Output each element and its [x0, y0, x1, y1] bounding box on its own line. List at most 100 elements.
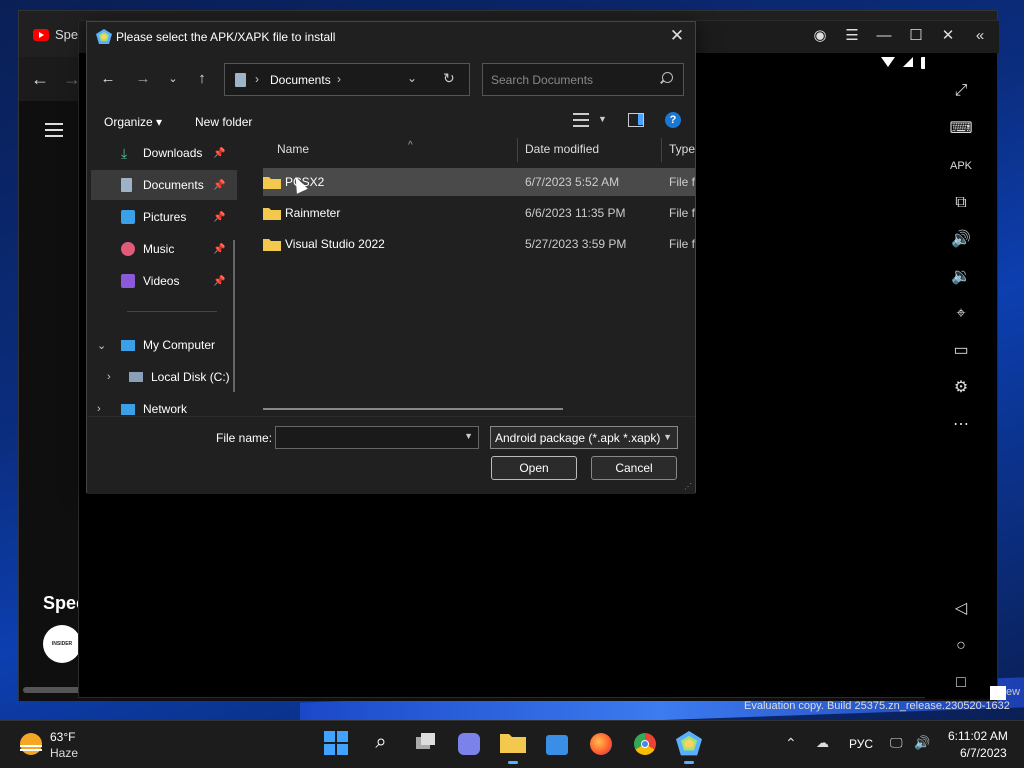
pin-icon[interactable]: 📌 — [213, 244, 225, 255]
chrome-icon[interactable] — [632, 731, 658, 757]
folder-icon[interactable]: ▭ — [949, 339, 973, 363]
multi-instance-icon[interactable]: ⧉ — [949, 191, 973, 215]
chevron-down-icon: ▼ — [663, 432, 672, 442]
browser-tab-label: Spe — [55, 27, 79, 42]
recent-locations-icon[interactable]: ⌄ — [163, 72, 183, 85]
open-button[interactable]: Open — [491, 456, 577, 480]
display-tray-icon[interactable]: 🖵 — [890, 735, 903, 751]
chevron-down-icon[interactable]: ▼ — [464, 431, 473, 441]
column-header-name[interactable]: Name ^ — [277, 140, 413, 166]
apk-install-icon[interactable]: APK — [949, 154, 973, 178]
keyboard-icon[interactable]: ⌨ — [949, 117, 973, 141]
forward-icon[interactable]: → — [133, 70, 153, 87]
file-row-pcsx2[interactable]: PCSX2 6/7/2023 5:52 AM File fo — [263, 168, 695, 196]
nav-item-documents[interactable]: Documents 📌 — [91, 170, 237, 200]
nav-item-network[interactable]: › Network — [91, 394, 237, 416]
address-bar[interactable]: › Documents › ⌄ ↻ — [224, 63, 470, 96]
preview-pane-icon[interactable] — [628, 113, 644, 127]
menu-icon[interactable]: ☰ — [843, 27, 861, 45]
browser-back-icon[interactable]: ← — [31, 69, 49, 90]
input-language[interactable]: РУС — [849, 737, 873, 751]
address-dropdown-icon[interactable]: ⌄ — [407, 71, 417, 85]
file-list-horizontal-scrollbar[interactable] — [263, 408, 563, 410]
network-tray-icon[interactable]: ☁ — [816, 735, 829, 751]
expand-right-icon[interactable]: › — [107, 371, 111, 383]
file-type-select[interactable]: Android package (*.apk *.xapk) ▼ — [490, 426, 678, 449]
weather-temperature[interactable]: 63°F — [50, 730, 75, 744]
organize-button[interactable]: Organize ▾ — [104, 115, 162, 129]
emulator-sidebar: ⤢ ⌨ APK ⧉ 🔊 🔉 ⌖ ▭ ⚙ ⋯ ◁ ○ □ — [925, 53, 997, 699]
refresh-icon[interactable]: ↻ — [443, 70, 455, 87]
task-view-icon[interactable] — [412, 731, 438, 757]
volume-down-icon[interactable]: 🔉 — [949, 265, 973, 289]
help-icon[interactable]: ? — [665, 112, 681, 128]
expand-right-icon[interactable]: › — [97, 403, 101, 415]
file-explorer-taskbar-icon[interactable] — [500, 731, 526, 764]
document-icon — [121, 178, 132, 192]
emulator-taskbar-icon[interactable] — [676, 731, 702, 764]
microsoft-store-icon[interactable] — [544, 731, 570, 757]
more-horizontal-icon[interactable]: ⋯ — [949, 413, 973, 437]
column-header-type[interactable]: Type — [669, 142, 695, 166]
breadcrumb-separator-icon[interactable]: › — [255, 72, 259, 86]
up-icon[interactable]: ↑ — [192, 70, 212, 87]
resize-grip-icon[interactable]: ⋰ — [684, 482, 692, 491]
file-name-input[interactable] — [276, 427, 456, 448]
minimize-icon[interactable]: — — [875, 27, 893, 45]
clock-date[interactable]: 6/7/2023 — [960, 746, 1007, 760]
android-back-icon[interactable]: ◁ — [949, 597, 973, 621]
breadcrumb-separator-icon[interactable]: › — [337, 72, 341, 86]
nav-item-music[interactable]: Music 📌 — [91, 234, 237, 264]
expand-down-icon[interactable]: ⌄ — [97, 339, 106, 352]
dialog-footer: File name: ▼ Android package (*.apk *.xa… — [87, 416, 695, 494]
search-box — [482, 63, 684, 96]
fullscreen-icon[interactable]: ⤢ — [949, 79, 973, 103]
nav-item-pictures[interactable]: Pictures 📌 — [91, 202, 237, 232]
volume-tray-icon[interactable]: 🔊 — [914, 735, 930, 751]
computer-icon — [121, 339, 135, 351]
nav-pane-scrollbar[interactable] — [233, 240, 235, 392]
android-recents-icon[interactable]: □ — [949, 671, 973, 695]
view-dropdown-icon[interactable]: ▼ — [598, 114, 607, 124]
column-header-date[interactable]: Date modified — [525, 142, 599, 166]
column-separator[interactable] — [517, 138, 518, 162]
nav-item-downloads[interactable]: ⤓ Downloads 📌 — [91, 138, 237, 168]
clock-time[interactable]: 6:11:02 AM — [948, 729, 1008, 743]
location-icon[interactable]: ⌖ — [949, 302, 973, 326]
close-icon[interactable]: ✕ — [939, 27, 957, 45]
settings-gear-icon[interactable]: ⚙ — [949, 376, 973, 400]
nav-item-local-disk[interactable]: › Local Disk (C:) — [91, 362, 237, 392]
insider-avatar[interactable]: INSIDER — [43, 625, 81, 663]
view-options-icon[interactable] — [573, 113, 589, 127]
nav-item-videos[interactable]: Videos 📌 — [91, 266, 237, 296]
weather-description[interactable]: Haze — [50, 746, 78, 760]
firefox-icon[interactable] — [588, 731, 614, 757]
hamburger-menu-icon[interactable] — [45, 123, 63, 137]
collapse-sidebar-icon[interactable]: « — [971, 27, 989, 45]
weather-haze-icon[interactable] — [20, 733, 42, 755]
pin-icon[interactable]: 📌 — [213, 180, 225, 191]
dialog-close-icon[interactable]: ✕ — [667, 26, 687, 46]
search-input[interactable] — [483, 64, 653, 95]
teams-chat-icon[interactable] — [456, 731, 482, 757]
volume-up-icon[interactable]: 🔊 — [949, 228, 973, 252]
breadcrumb-documents[interactable]: Documents — [270, 73, 331, 87]
file-row-rainmeter[interactable]: Rainmeter 6/6/2023 11:35 PM File fo — [263, 199, 695, 227]
back-icon[interactable]: ← — [98, 70, 118, 87]
column-separator[interactable] — [661, 138, 662, 162]
pin-icon[interactable]: 📌 — [213, 276, 225, 287]
maximize-icon[interactable]: ☐ — [907, 27, 925, 45]
pin-icon[interactable]: 📌 — [213, 148, 225, 159]
nav-item-my-computer[interactable]: ⌄ My Computer — [91, 330, 237, 360]
browser-tab[interactable]: Spe — [33, 27, 78, 42]
android-home-icon[interactable]: ○ — [949, 634, 973, 658]
search-icon[interactable] — [662, 72, 673, 83]
cancel-button[interactable]: Cancel — [591, 456, 677, 480]
start-button[interactable] — [324, 731, 350, 757]
account-icon[interactable]: ◉ — [811, 27, 829, 45]
pin-icon[interactable]: 📌 — [213, 212, 225, 223]
search-taskbar-icon[interactable]: ⌕ — [368, 731, 394, 757]
show-hidden-icons-icon[interactable]: ⌃ — [785, 735, 797, 752]
new-folder-button[interactable]: New folder — [195, 115, 252, 129]
file-row-visual-studio-2022[interactable]: Visual Studio 2022 5/27/2023 3:59 PM Fil… — [263, 230, 695, 258]
